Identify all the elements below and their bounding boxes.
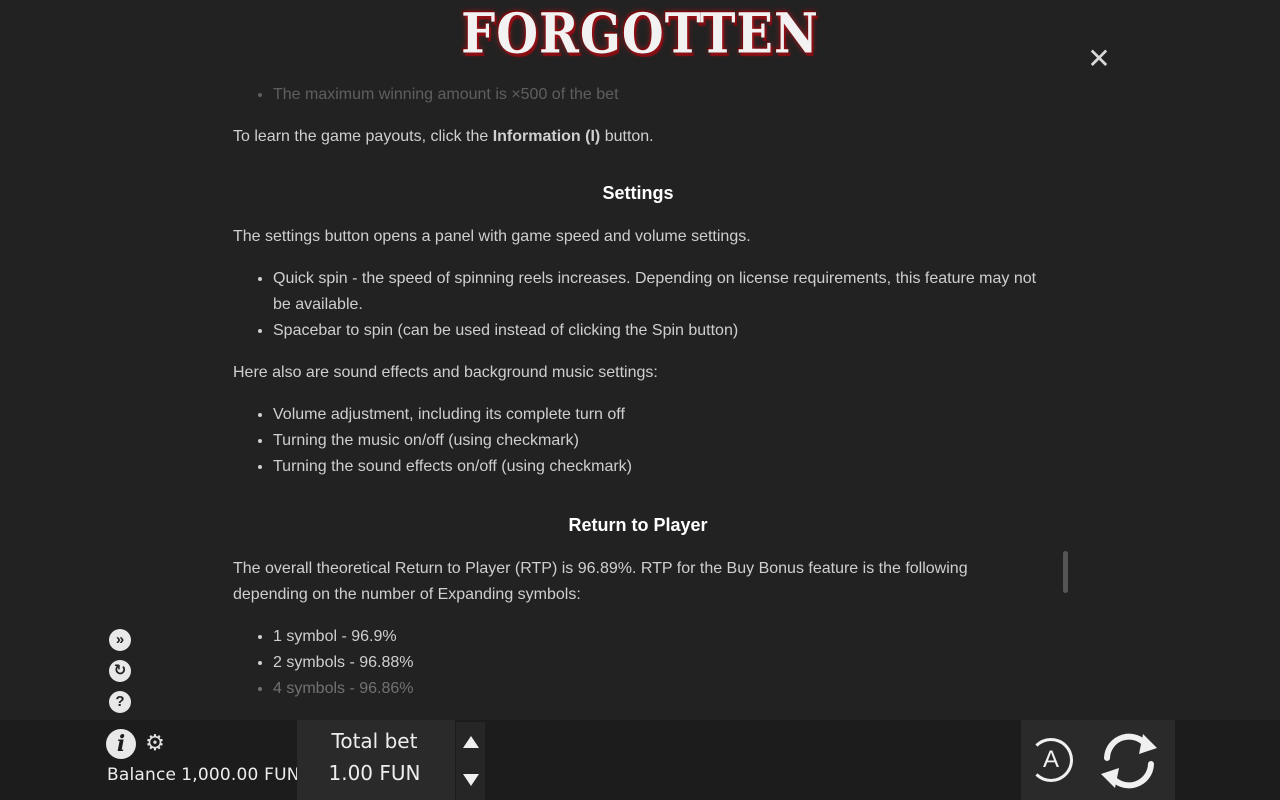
- settings-list: Quick spin - the speed of spinning reels…: [233, 266, 1043, 344]
- list-item: Quick spin - the speed of spinning reels…: [273, 266, 1043, 318]
- list-item: 2 symbols - 96.88%: [273, 650, 1043, 676]
- sound-list: Volume adjustment, including its complet…: [233, 402, 1043, 480]
- scrollbar-thumb[interactable]: [1063, 551, 1068, 593]
- close-button[interactable]: ✕: [1086, 45, 1112, 73]
- rtp-text: The overall theoretical Return to Player…: [233, 560, 968, 603]
- rtp-list: 1 symbol - 96.9% 2 symbols - 96.88% 4 sy…: [233, 624, 1043, 702]
- list-item: The maximum winning amount is ×500 of th…: [273, 82, 1043, 108]
- balance-label: Balance: [107, 765, 177, 785]
- list-item: 1 symbol - 96.9%: [273, 624, 1043, 650]
- list-item: Turning the sound effects on/off (using …: [273, 454, 1043, 480]
- payouts-prefix: To learn the game payouts, click the: [233, 128, 493, 145]
- list-item: 4 symbols - 96.86%: [273, 676, 1043, 702]
- spin-icon[interactable]: [1095, 728, 1163, 794]
- payouts-suffix: button.: [600, 128, 654, 145]
- total-bet-value: 1.00 FUN: [328, 761, 421, 785]
- balance-value: 1,000.00 FUN: [181, 765, 300, 785]
- rtp-heading: Return to Player: [568, 515, 708, 535]
- settings-intro: The settings button opens a panel with g…: [233, 228, 751, 245]
- rules-content: The maximum winning amount is ×500 of th…: [233, 82, 1043, 702]
- settings-heading: Settings: [602, 183, 674, 203]
- side-icon-column: » ↻ ?: [109, 629, 133, 722]
- faded-list: The maximum winning amount is ×500 of th…: [233, 82, 1043, 108]
- payouts-bold: Information (I): [492, 128, 601, 145]
- sound-intro: Here also are sound effects and backgrou…: [233, 364, 658, 381]
- balance-display: Balance 1,000.00 FUN: [107, 765, 305, 785]
- gear-icon[interactable]: ⚙: [144, 732, 166, 754]
- list-item: Volume adjustment, including its complet…: [273, 402, 1043, 428]
- list-item: Turning the music on/off (using checkmar…: [273, 428, 1043, 454]
- bet-increase-icon[interactable]: [463, 736, 479, 748]
- bet-stepper: [456, 722, 485, 800]
- payouts-paragraph: To learn the game payouts, click the Inf…: [233, 124, 1043, 150]
- list-item: Spacebar to spin (can be used instead of…: [273, 318, 1043, 344]
- bet-decrease-icon[interactable]: [463, 774, 479, 786]
- turbo-icon[interactable]: »: [109, 629, 131, 651]
- total-bet-label: Total bet: [331, 729, 418, 753]
- info-button[interactable]: i: [106, 729, 136, 759]
- autoplay-button[interactable]: A: [1029, 738, 1073, 782]
- help-icon[interactable]: ?: [109, 691, 131, 713]
- autoplay-icon[interactable]: ↻: [109, 660, 131, 682]
